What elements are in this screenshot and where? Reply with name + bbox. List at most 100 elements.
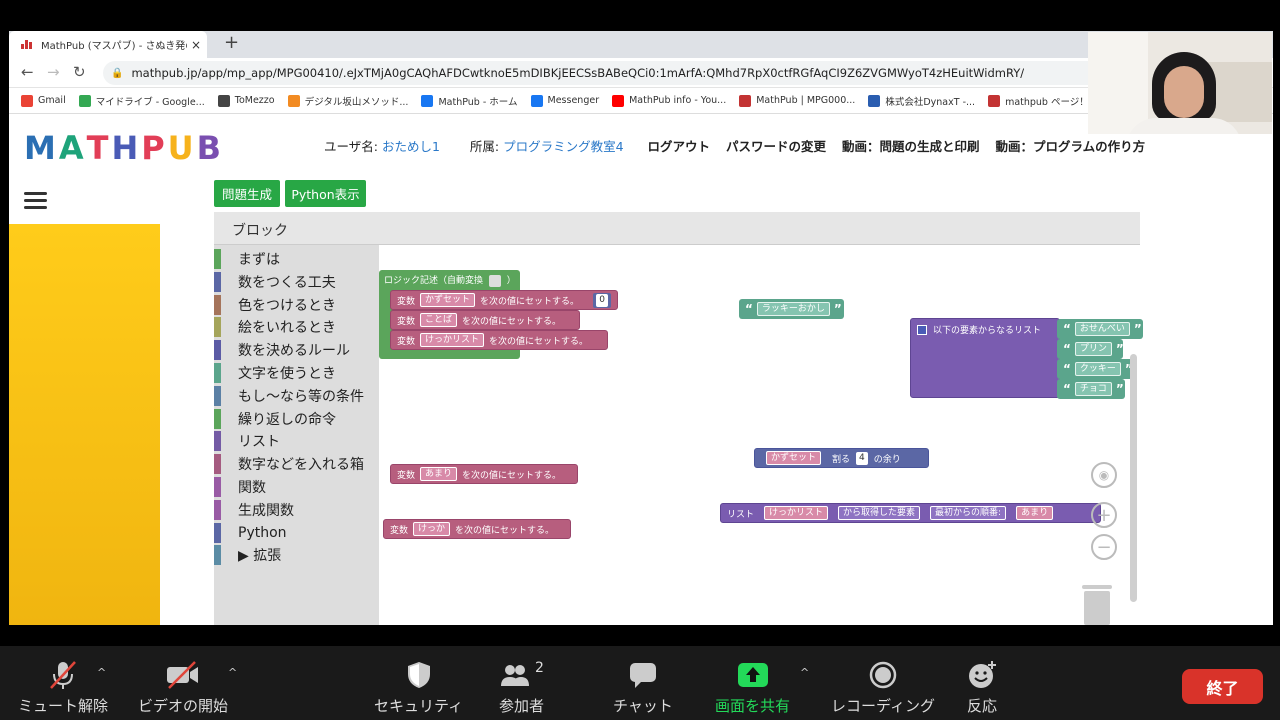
chat-button[interactable]: チャット bbox=[613, 660, 673, 716]
workspace-scrollbar[interactable] bbox=[1130, 354, 1137, 602]
shield-icon bbox=[405, 660, 433, 690]
toolbox-category[interactable]: リスト bbox=[214, 431, 280, 452]
toolbox-category[interactable]: Python bbox=[214, 522, 287, 543]
recording-button[interactable]: レコーディング bbox=[831, 660, 935, 716]
auto-convert-checkbox[interactable] bbox=[488, 274, 501, 287]
var-dropdown[interactable]: かずセット bbox=[766, 451, 822, 465]
reactions-button[interactable]: 反応 bbox=[966, 660, 998, 716]
toolbox-category[interactable]: もし～なら等の条件 bbox=[214, 385, 364, 406]
org-link[interactable]: プログラミング教室4 bbox=[503, 139, 623, 154]
python-view-button[interactable]: Python表示 bbox=[285, 180, 366, 207]
var-dropdown[interactable]: けっか bbox=[413, 522, 451, 536]
share-screen-button[interactable]: 画面を共有 bbox=[715, 660, 790, 716]
category-color-swatch bbox=[214, 294, 221, 315]
chevron-up-icon[interactable]: ^ bbox=[800, 666, 809, 679]
forward-arrow-icon[interactable]: → bbox=[47, 63, 60, 81]
chevron-up-icon[interactable]: ^ bbox=[228, 666, 237, 679]
list-item-text[interactable]: “おせんべい” bbox=[1057, 319, 1143, 339]
gear-icon[interactable] bbox=[917, 324, 927, 335]
screen: MathPub (マスパブ) - さぬき発のAI... × + ← → ↻ 🔒 … bbox=[0, 0, 1280, 720]
var-dropdown[interactable]: ことば bbox=[420, 313, 458, 327]
toolbox-category[interactable]: 生成関数 bbox=[214, 499, 294, 520]
create-list-block[interactable]: 以下の要素からなるリスト bbox=[910, 318, 1060, 398]
category-color-swatch bbox=[214, 385, 221, 406]
set-var-block[interactable]: 変数 あまり を次の値にセットする。 bbox=[390, 464, 578, 484]
position-dropdown[interactable]: 最初からの順番: bbox=[930, 506, 1007, 520]
text-value[interactable]: ラッキーおかし bbox=[756, 302, 830, 316]
bookmark-item[interactable]: マイドライブ - Google... bbox=[78, 94, 205, 108]
share-screen-icon bbox=[737, 660, 769, 690]
bookmark-item[interactable]: デジタル坂山メソッド... bbox=[287, 94, 408, 108]
var-dropdown[interactable]: あまり bbox=[420, 467, 458, 481]
logout-link[interactable]: ログアウト bbox=[648, 139, 711, 154]
unmute-button[interactable]: ミュート解除 bbox=[18, 660, 108, 716]
back-arrow-icon[interactable]: ← bbox=[21, 63, 34, 81]
set-var-block[interactable]: 変数 けっか を次の値にセットする。 bbox=[383, 519, 571, 539]
webcam-video bbox=[1088, 32, 1272, 134]
bookmark-item[interactable]: Messenger bbox=[530, 94, 599, 107]
modulo-block[interactable]: かずセット 割る 4 の余り bbox=[754, 448, 929, 468]
text-block[interactable]: “ラッキーおかし” bbox=[739, 299, 844, 319]
toolbox-category[interactable]: 関数 bbox=[214, 477, 266, 497]
mathpub-favicon-icon bbox=[21, 40, 34, 49]
generate-problem-button[interactable]: 問題生成 bbox=[214, 180, 280, 207]
toolbox-category[interactable]: 色をつけるとき bbox=[214, 294, 336, 315]
participants-icon: 2 bbox=[499, 660, 544, 690]
number-input[interactable]: 0 bbox=[596, 293, 608, 307]
security-button[interactable]: セキュリティ bbox=[374, 660, 463, 716]
category-color-swatch bbox=[214, 317, 221, 338]
set-var-block[interactable]: 変数 けっかリスト を次の値にセットする。 bbox=[390, 330, 608, 350]
end-meeting-button[interactable]: 終了 bbox=[1182, 669, 1263, 704]
category-color-swatch bbox=[214, 545, 221, 566]
user-name-link[interactable]: おためし1 bbox=[382, 139, 440, 154]
video-generate-link[interactable]: 動画：問題の生成と印刷 bbox=[842, 139, 980, 154]
list-item-text[interactable]: “チョコ” bbox=[1057, 379, 1125, 399]
muted-mic-icon bbox=[47, 660, 79, 690]
zoom-out-icon[interactable]: − bbox=[1091, 534, 1117, 560]
var-dropdown[interactable]: けっかリスト bbox=[764, 506, 829, 520]
set-var-block[interactable]: 変数 ことば を次の値にセットする。 bbox=[390, 310, 580, 330]
start-video-button[interactable]: ビデオの開始 bbox=[138, 660, 228, 716]
var-dropdown[interactable]: かずセット bbox=[420, 293, 476, 307]
logo-letter: P bbox=[141, 129, 166, 167]
close-tab-icon[interactable]: × bbox=[191, 38, 201, 52]
list-item-text[interactable]: “クッキー” bbox=[1057, 359, 1133, 379]
set-var-block[interactable]: 変数 かずセット を次の値にセットする。 0 bbox=[390, 290, 618, 310]
number-input[interactable]: 4 bbox=[856, 451, 868, 465]
toolbox-category[interactable]: まずは bbox=[214, 249, 280, 269]
change-password-link[interactable]: パスワードの変更 bbox=[726, 139, 826, 154]
category-color-swatch bbox=[214, 454, 221, 475]
zoom-in-icon[interactable]: + bbox=[1091, 502, 1117, 528]
bookmark-item[interactable]: 株式会社DynaxT -... bbox=[868, 94, 975, 108]
new-tab-button[interactable]: + bbox=[224, 32, 239, 53]
toolbox-category[interactable]: 絵をいれるとき bbox=[214, 317, 336, 338]
participants-button[interactable]: 2 参加者 bbox=[499, 660, 544, 716]
operation-dropdown[interactable]: から取得した要素 bbox=[838, 506, 921, 520]
toolbox-category[interactable]: 数を決めるルール bbox=[214, 340, 350, 361]
toolbox-category[interactable]: 文字を使うとき bbox=[214, 363, 336, 383]
recenter-icon[interactable]: ◉ bbox=[1091, 462, 1117, 488]
bookmark-favicon-icon bbox=[612, 94, 625, 107]
hamburger-menu-icon[interactable] bbox=[24, 192, 47, 212]
var-dropdown[interactable]: けっかリスト bbox=[420, 333, 485, 347]
toolbox-category[interactable]: 数字などを入れる箱 bbox=[214, 454, 364, 475]
toolbox-category[interactable]: 数をつくる工夫 bbox=[214, 271, 336, 292]
bookmark-item[interactable]: MathPub info - You... bbox=[612, 94, 726, 107]
bookmark-item[interactable]: Gmail bbox=[21, 94, 66, 107]
list-item-text[interactable]: “プリン” bbox=[1057, 339, 1124, 359]
toolbox-category[interactable]: ▶ 拡張 bbox=[214, 545, 281, 566]
emoji-icon bbox=[966, 660, 998, 690]
index-dropdown[interactable]: あまり bbox=[1016, 506, 1054, 520]
bookmark-item[interactable]: MathPub - ホーム bbox=[421, 94, 518, 108]
trash-icon[interactable] bbox=[1079, 585, 1115, 625]
toolbox-category[interactable]: 繰り返しの命令 bbox=[214, 408, 336, 429]
chevron-up-icon[interactable]: ^ bbox=[97, 666, 106, 679]
bookmark-item[interactable]: ToMezzo bbox=[217, 94, 275, 107]
browser-tab[interactable]: MathPub (マスパブ) - さぬき発のAI... × bbox=[9, 31, 207, 58]
blockly-workspace[interactable]: ロジック記述（自動変換 ） 変数 かずセット を次の値にセットする。 0 変数 ことば… bbox=[379, 245, 1143, 625]
video-program-link[interactable]: 動画：プログラムの作り方 bbox=[996, 139, 1146, 154]
bookmark-item[interactable]: MathPub | MPG000... bbox=[739, 94, 855, 107]
reload-icon[interactable]: ↻ bbox=[73, 63, 86, 81]
list-get-block[interactable]: リスト けっかリスト から取得した要素 最初からの順番: あまり bbox=[720, 503, 1101, 523]
bookmark-item[interactable]: mathpub ページ！ bbox=[988, 94, 1089, 108]
